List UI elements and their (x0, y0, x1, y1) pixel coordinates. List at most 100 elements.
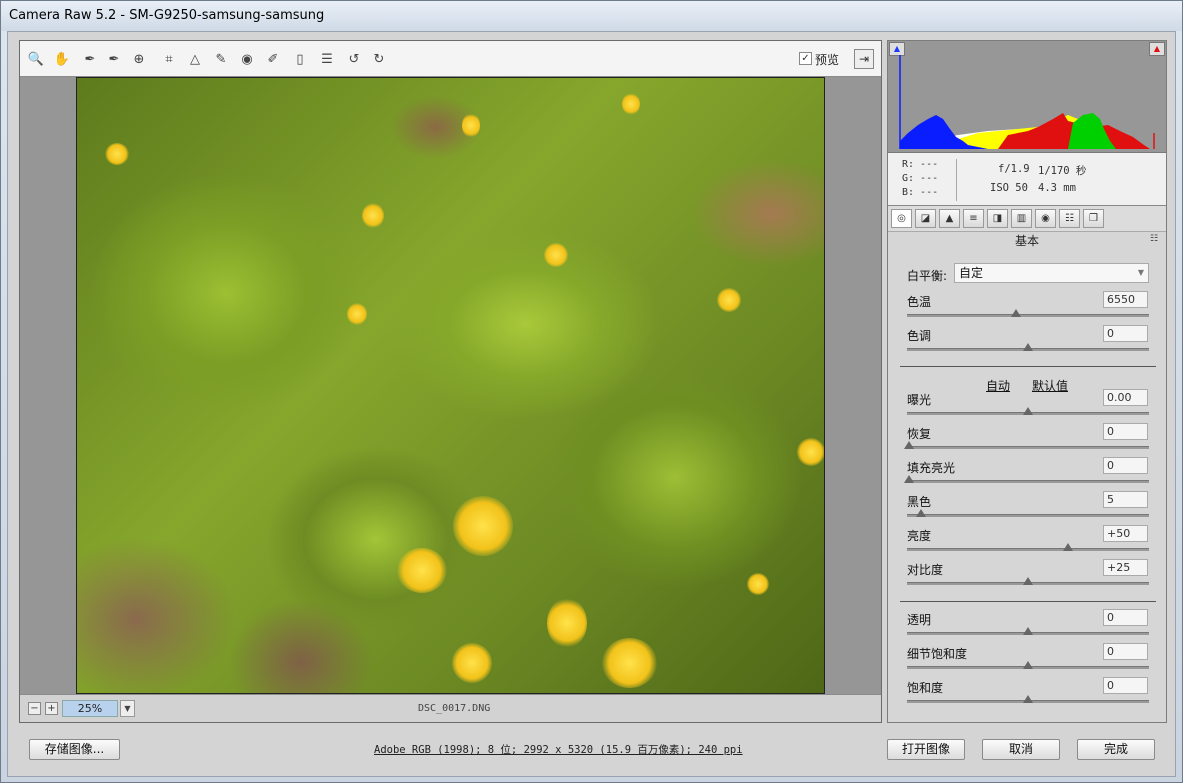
flower-cluster (452, 643, 492, 683)
fullscreen-toggle-icon[interactable]: ⇥ (854, 49, 874, 69)
recovery-value-input[interactable]: 0 (1103, 423, 1148, 440)
red-readout: R: --- (902, 159, 939, 170)
targeted-adjustment-tool-icon[interactable]: ⊕ (130, 50, 148, 68)
red-eye-tool-icon[interactable]: ◉ (238, 50, 256, 68)
flower-cluster (544, 243, 568, 267)
zoom-tool-icon[interactable]: 🔍 (27, 50, 45, 68)
crop-tool-icon[interactable]: ⌗ (160, 50, 178, 68)
info-readout: R: --- G: --- B: --- f/1.9 1/170 秒 ISO 5… (888, 153, 1166, 206)
workflow-options-link[interactable]: Adobe RGB (1998); 8 位; 2992 x 5320 (15.9… (374, 742, 743, 757)
temperature-slider-thumb[interactable] (1011, 309, 1022, 317)
tool-bar: 🔍 ✋ ✒ ✒ ⊕ ⌗ △ ✎ ◉ ✐ ▯ ☰ ↺ ↻ ✓ 预览 ⇥ (20, 41, 881, 77)
tab-lens-corrections-icon[interactable]: ▥ (1011, 209, 1032, 228)
rotate-cw-tool-icon[interactable]: ↻ (370, 50, 388, 68)
brightness-value-input[interactable]: +50 (1103, 525, 1148, 542)
blacks-slider-row: 黑色 5 (907, 491, 1152, 527)
tint-value-input[interactable]: 0 (1103, 325, 1148, 342)
title-bar[interactable]: Camera Raw 5.2 - SM-G9250-samsung-samsun… (1, 1, 1182, 31)
preview-checkbox[interactable]: ✓ (799, 52, 812, 65)
fill-light-label: 填充亮光 (907, 461, 956, 475)
green-readout: G: --- (902, 173, 939, 184)
brightness-slider-track[interactable] (907, 548, 1149, 551)
image-canvas[interactable] (20, 77, 881, 694)
exposure-value-input[interactable]: 0.00 (1103, 389, 1148, 406)
temperature-label: 色温 (907, 295, 932, 309)
fill-light-slider-track[interactable] (907, 480, 1149, 483)
temperature-slider-track[interactable] (907, 314, 1149, 317)
adjustment-brush-tool-icon[interactable]: ✐ (264, 50, 282, 68)
preferences-tool-icon[interactable]: ☰ (318, 50, 336, 68)
temperature-value-input[interactable]: 6550 (1103, 291, 1148, 308)
saturation-slider-row: 饱和度 0 (907, 677, 1152, 713)
preview-label[interactable]: 预览 (815, 51, 839, 68)
hand-tool-icon[interactable]: ✋ (53, 50, 71, 68)
auto-link[interactable]: 自动 (986, 377, 1010, 394)
straighten-tool-icon[interactable]: △ (186, 50, 204, 68)
fill-light-slider-row: 填充亮光 0 (904, 457, 1152, 493)
focal-length-value: 4.3 mm (1038, 182, 1076, 194)
panel-tabs: ◎ ◪ ▲ ≡ ◨ ▥ ◉ ☷ ❐ (888, 206, 1166, 232)
zoom-in-button[interactable]: + (45, 702, 58, 715)
panel-menu-icon[interactable]: ☷ (1150, 234, 1158, 244)
histogram-graph (899, 55, 1155, 149)
flower-cluster (747, 573, 769, 595)
recovery-slider-thumb[interactable] (904, 441, 914, 449)
flower-cluster (547, 598, 587, 648)
section-divider (900, 601, 1156, 602)
recovery-slider-track[interactable] (907, 446, 1149, 449)
blacks-slider-track[interactable] (907, 514, 1149, 517)
info-divider (956, 159, 957, 201)
default-link[interactable]: 默认值 (1032, 377, 1068, 394)
tab-detail-icon[interactable]: ▲ (939, 209, 960, 228)
tab-presets-icon[interactable]: ☷ (1059, 209, 1080, 228)
tab-tone-curve-icon[interactable]: ◪ (915, 209, 936, 228)
flower-cluster (362, 203, 384, 228)
blacks-slider-thumb[interactable] (915, 509, 926, 517)
tab-snapshots-icon[interactable]: ❐ (1083, 209, 1104, 228)
saturation-value-input[interactable]: 0 (1103, 677, 1148, 694)
tab-camera-calibration-icon[interactable]: ◉ (1035, 209, 1056, 228)
color-sampler-tool-icon[interactable]: ✒ (105, 50, 123, 68)
white-balance-select[interactable]: 自定 ▼ (954, 263, 1149, 283)
rotate-ccw-tool-icon[interactable]: ↺ (345, 50, 363, 68)
clarity-value-input[interactable]: 0 (1103, 609, 1148, 626)
histogram: ▲ ▲ (888, 41, 1166, 153)
recovery-label: 恢复 (907, 427, 932, 441)
preview-pane: 🔍 ✋ ✒ ✒ ⊕ ⌗ △ ✎ ◉ ✐ ▯ ☰ ↺ ↻ ✓ 预览 ⇥ − + 2… (19, 40, 882, 723)
flower-cluster (622, 93, 640, 115)
saturation-slider-thumb[interactable] (1023, 695, 1033, 703)
white-balance-value: 自定 (959, 266, 984, 280)
tint-slider-thumb[interactable] (1023, 343, 1033, 351)
photo-preview[interactable] (76, 77, 825, 694)
graduated-filter-tool-icon[interactable]: ▯ (291, 50, 309, 68)
contrast-value-input[interactable]: +25 (1103, 559, 1148, 576)
vibrance-slider-thumb[interactable] (1023, 661, 1033, 669)
saturation-label: 饱和度 (907, 681, 944, 695)
tab-basic-icon[interactable]: ◎ (891, 209, 912, 228)
fill-light-value-input[interactable]: 0 (1103, 457, 1148, 474)
cancel-button[interactable]: 取消 (982, 739, 1060, 760)
zoom-level-field[interactable]: 25% (62, 700, 118, 717)
tab-split-toning-icon[interactable]: ◨ (987, 209, 1008, 228)
flower-cluster (717, 288, 741, 312)
done-button[interactable]: 完成 (1077, 739, 1155, 760)
spot-removal-tool-icon[interactable]: ✎ (212, 50, 230, 68)
panel-title: 基本 (1014, 234, 1039, 248)
vibrance-value-input[interactable]: 0 (1103, 643, 1148, 660)
clarity-slider-row: 透明 0 (907, 609, 1152, 645)
clarity-slider-thumb[interactable] (1023, 627, 1033, 635)
vibrance-slider-row: 细节饱和度 0 (907, 643, 1152, 679)
brightness-slider-row: 亮度 +50 (907, 525, 1152, 561)
zoom-dropdown-icon[interactable]: ▼ (120, 700, 135, 717)
exposure-slider-thumb[interactable] (1023, 407, 1033, 415)
fill-light-slider-thumb[interactable] (904, 475, 914, 483)
tab-hsl-icon[interactable]: ≡ (963, 209, 984, 228)
contrast-slider-thumb[interactable] (1023, 577, 1033, 585)
recovery-slider-row: 恢复 0 (904, 423, 1152, 459)
save-image-button[interactable]: 存储图像... (29, 739, 120, 760)
brightness-slider-thumb[interactable] (1062, 543, 1073, 551)
zoom-out-button[interactable]: − (28, 702, 41, 715)
blacks-value-input[interactable]: 5 (1103, 491, 1148, 508)
white-balance-tool-icon[interactable]: ✒ (81, 50, 99, 68)
open-image-button[interactable]: 打开图像 (887, 739, 965, 760)
